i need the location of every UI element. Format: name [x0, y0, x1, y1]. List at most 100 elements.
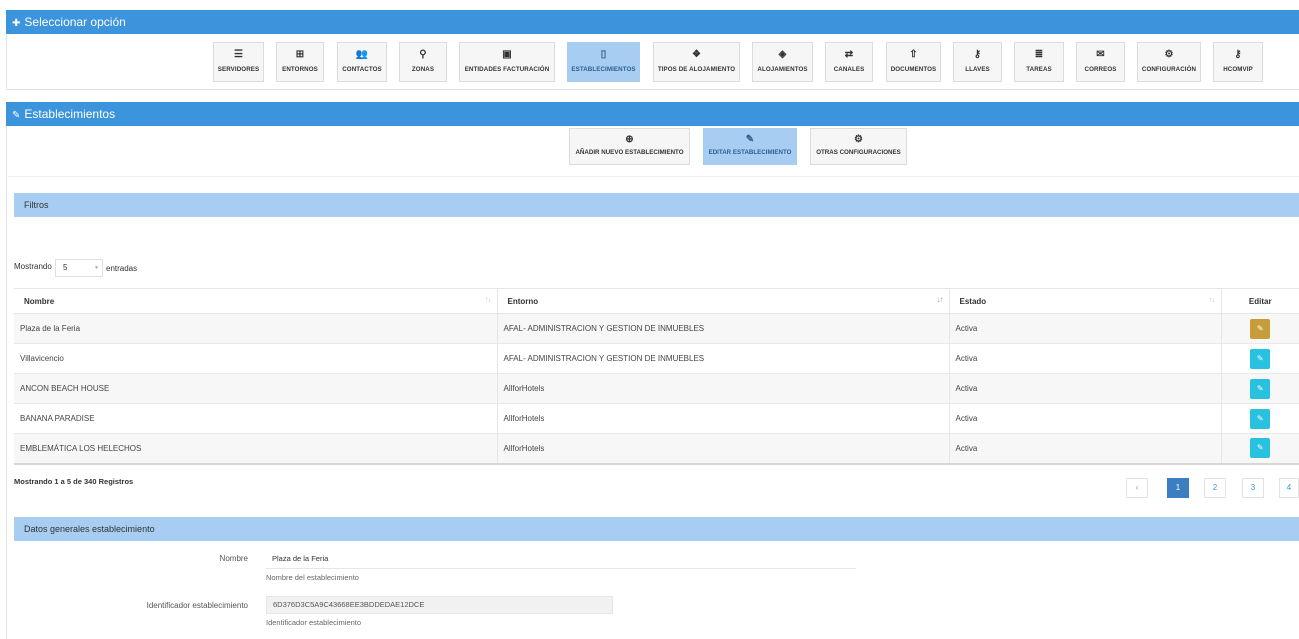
- sort-icon: ↑↓: [1208, 295, 1216, 304]
- select-option-header: ✚ Seleccionar opción: [6, 10, 1299, 34]
- cell-nombre: EMBLEMÁTICA LOS HELECHOS: [14, 433, 497, 465]
- cell-estado: Activa: [948, 433, 1221, 465]
- table-row[interactable]: ANCON BEACH HOUSE AllforHotels Activa ✎: [14, 373, 1299, 404]
- filters-header[interactable]: Filtros: [14, 193, 1299, 217]
- nav-establecimientos[interactable]: ▯ ESTABLECIMIENTOS: [567, 42, 640, 82]
- col-nombre[interactable]: Nombre ↑↓: [14, 288, 497, 314]
- edit-row-button[interactable]: ✎: [1250, 318, 1271, 339]
- nav-alojamientos[interactable]: ◈ ALOJAMIENTOS: [752, 42, 813, 82]
- col-estado[interactable]: Estado ↑↓: [948, 288, 1221, 314]
- sort-asc-icon: ↓↑: [936, 295, 944, 304]
- edit-icon: ✎: [745, 134, 755, 145]
- cell-entorno: AFAL- ADMINISTRACION Y GESTION DE INMUEB…: [496, 313, 949, 344]
- cell-estado: Activa: [948, 313, 1221, 344]
- nav-entornos[interactable]: ⊞ ENTORNOS: [276, 42, 324, 82]
- nav-entidades-facturacion[interactable]: ▣ ENTIDADES FACTURACIÓN: [459, 42, 555, 82]
- key-icon: ⚷: [973, 49, 982, 60]
- cell-nombre: ANCON BEACH HOUSE: [14, 373, 497, 404]
- nav-configuracion[interactable]: ⚙ CONFIGURACIÓN: [1137, 42, 1201, 82]
- cell-entorno: AllforHotels: [496, 373, 949, 404]
- table-row[interactable]: BANANA PARADISE AllforHotels Activa ✎: [14, 403, 1299, 434]
- pagination-page-1[interactable]: 1: [1167, 478, 1189, 498]
- upload-icon: ⇧: [909, 49, 918, 60]
- nav-servidores[interactable]: ☰ SERVIDORES: [213, 42, 264, 82]
- cell-entorno: AllforHotels: [496, 433, 949, 465]
- nav-canales[interactable]: ⇄ CANALES: [825, 42, 873, 82]
- cell-estado: Activa: [948, 373, 1221, 404]
- edit-icon: ✎: [12, 110, 21, 121]
- envelope-icon: ✉: [1096, 49, 1105, 60]
- nav-contactos[interactable]: 👥 CONTACTOS: [337, 42, 387, 82]
- name-label: Nombre: [219, 554, 248, 563]
- add-establishment-button[interactable]: ⊕ AÑADIR NUEVO ESTABLECIMIENTO: [569, 128, 690, 165]
- id-help: Identificador establecimiento: [266, 618, 362, 627]
- main-nav: ☰ SERVIDORES ⊞ ENTORNOS 👥 CONTACTOS ⚲ ZONAS …: [0, 42, 1299, 84]
- col-editar: Editar: [1220, 288, 1299, 314]
- divider: [6, 176, 1299, 177]
- page-length-select[interactable]: 5 ▼: [55, 259, 103, 277]
- establishments-table: Nombre ↑↓ Entorno ↓↑ Estado ↑↓ Editar Plaza…: [14, 288, 1299, 465]
- nav-hcomvip[interactable]: ⚷ HCOMVIP: [1213, 42, 1263, 82]
- cubes-icon: ❖: [691, 49, 702, 60]
- nav-documentos[interactable]: ⇧ DOCUMENTOS: [886, 42, 941, 82]
- sort-icon: ↑↓: [484, 295, 492, 304]
- records-info: Mostrando 1 a 5 de 340 Registros: [14, 477, 134, 486]
- nav-zonas[interactable]: ⚲ ZONAS: [399, 42, 447, 82]
- table-row[interactable]: Plaza de la Feria AFAL- ADMINISTRACION Y…: [14, 313, 1299, 344]
- other-settings-button[interactable]: ⚙ OTRAS CONFIGURACIONES: [810, 128, 907, 165]
- pagination-page-3[interactable]: 3: [1242, 478, 1264, 498]
- cell-entorno: AllforHotels: [496, 403, 949, 434]
- users-icon: 👥: [355, 49, 369, 60]
- cell-nombre: BANANA PARADISE: [14, 403, 497, 434]
- cube-icon: ◈: [778, 49, 787, 60]
- edit-row-button[interactable]: ✎: [1250, 348, 1271, 369]
- general-data-header: Datos generales establecimiento: [14, 517, 1299, 541]
- table-row[interactable]: Villavicencio AFAL- ADMINISTRACION Y GES…: [14, 343, 1299, 374]
- edit-row-button[interactable]: ✎: [1250, 408, 1271, 429]
- name-help: Nombre del establecimiento: [266, 573, 359, 582]
- entries-label: entradas: [106, 264, 138, 273]
- exchange-icon: ⇄: [844, 49, 854, 60]
- cell-estado: Activa: [948, 343, 1221, 374]
- server-icon: ☰: [233, 49, 244, 60]
- col-entorno[interactable]: Entorno ↓↑: [496, 288, 949, 314]
- key-icon: ⚷: [1234, 49, 1242, 60]
- establecimientos-header: ✎ Establecimientos: [6, 102, 1299, 126]
- name-input[interactable]: Plaza de la Feria: [266, 551, 856, 569]
- select-option-title: Seleccionar opción: [24, 15, 126, 29]
- id-input: 6D376D3C5A9C43668EE3BDDEDAE12DCE: [266, 596, 613, 614]
- cogs-icon: ⚙: [1164, 49, 1174, 60]
- sitemap-icon: ⊞: [295, 49, 305, 60]
- nav-correos[interactable]: ✉ CORREOS: [1076, 42, 1125, 82]
- plus-icon: ✚: [12, 18, 21, 29]
- nav-tipos-alojamiento[interactable]: ❖ TIPOS DE ALOJAMIENTO: [653, 42, 740, 82]
- cell-nombre: Villavicencio: [14, 343, 497, 374]
- cell-editar: ✎: [1220, 373, 1299, 404]
- plus-circle-icon: ⊕: [625, 134, 634, 145]
- pagination-page-4[interactable]: 4: [1279, 478, 1299, 498]
- establecimientos-title: Establecimientos: [24, 107, 116, 121]
- edit-establishment-button[interactable]: ✎ EDITAR ESTABLECIMIENTO: [703, 128, 797, 165]
- cell-editar: ✎: [1220, 313, 1299, 344]
- id-label: Identificador establecimiento: [146, 601, 248, 610]
- nav-tareas[interactable]: ≣ TAREAS: [1014, 42, 1064, 82]
- filters-title: Filtros: [24, 200, 49, 210]
- map-marker-icon: ⚲: [419, 49, 427, 60]
- edit-row-button[interactable]: ✎: [1250, 378, 1271, 399]
- cell-estado: Activa: [948, 403, 1221, 434]
- table-row[interactable]: EMBLEMÁTICA LOS HELECHOS AllforHotels Ac…: [14, 433, 1299, 465]
- edit-row-button[interactable]: ✎: [1250, 438, 1271, 459]
- chevron-down-icon: ▼: [94, 265, 99, 271]
- money-icon: ▣: [502, 49, 512, 60]
- cell-entorno: AFAL- ADMINISTRACION Y GESTION DE INMUEB…: [496, 343, 949, 374]
- tasks-icon: ≣: [1034, 49, 1044, 60]
- cell-nombre: Plaza de la Feria: [14, 313, 497, 344]
- general-data-title: Datos generales establecimiento: [24, 524, 155, 534]
- gear-icon: ⚙: [854, 134, 863, 145]
- nav-llaves[interactable]: ⚷ LLAVES: [953, 42, 1002, 82]
- pagination-page-2[interactable]: 2: [1204, 478, 1226, 498]
- cell-editar: ✎: [1220, 343, 1299, 374]
- cell-editar: ✎: [1220, 433, 1299, 465]
- pagination-prev[interactable]: ‹: [1126, 478, 1148, 498]
- cell-editar: ✎: [1220, 403, 1299, 434]
